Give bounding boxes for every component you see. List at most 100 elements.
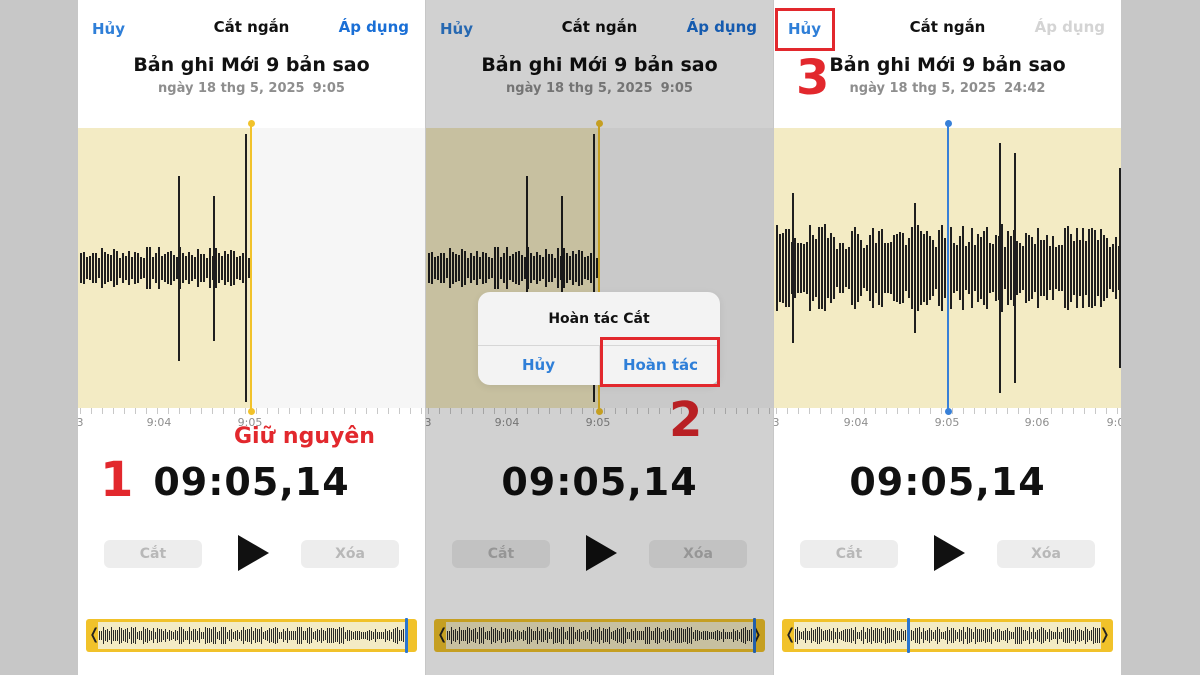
waveform-bar [908, 238, 910, 298]
mini-waveform-bar [277, 627, 278, 644]
waveform-bar [839, 242, 841, 294]
waveform-bar [995, 234, 997, 302]
mini-waveform-bar [213, 626, 214, 645]
trim-handle-right-icon[interactable]: ❭ [1098, 625, 1111, 643]
mini-waveform-bar [297, 627, 298, 644]
waveform-editor[interactable] [78, 120, 425, 415]
waveform-bar [122, 252, 124, 284]
waveform-bar [896, 234, 898, 302]
timeline-tick [864, 408, 865, 414]
play-icon[interactable] [238, 535, 269, 571]
mini-waveform-bar [1025, 630, 1026, 641]
timeline-label: 9:04 [146, 416, 172, 429]
mini-waveform-bar [959, 628, 960, 642]
timeline-tick [930, 408, 931, 414]
mini-waveform-bar [1057, 627, 1058, 644]
mini-waveform-bar [147, 627, 148, 644]
apply-button[interactable]: Áp dụng [339, 18, 409, 36]
waveform-bar [194, 256, 196, 280]
waveform-bar [842, 242, 844, 294]
mini-waveform-bar [823, 630, 824, 641]
waveform-bar [107, 253, 109, 283]
mini-waveform-bar [363, 632, 364, 639]
apply-button[interactable]: Áp dụng [1035, 18, 1105, 36]
playhead-line[interactable] [250, 124, 252, 412]
trim-overview-bar[interactable]: ❬ ❭ [782, 618, 1113, 653]
playhead-handle[interactable] [247, 120, 255, 127]
timeline-tick [80, 408, 81, 414]
mini-waveform-bar [101, 631, 102, 640]
waveform-bar [1055, 246, 1057, 290]
waveform-bar [119, 257, 121, 279]
waveform-bar [131, 256, 133, 280]
dialog-cancel-button[interactable]: Hủy [478, 345, 599, 385]
mini-waveform-bar [953, 628, 954, 643]
mini-waveform-bar [895, 628, 896, 643]
waveform-bar [137, 252, 139, 284]
timeline-tick [212, 408, 213, 414]
mini-waveform-bar [965, 631, 966, 640]
mini-waveform-bar [1017, 627, 1018, 644]
mini-waveform-bar [149, 630, 150, 641]
timeline-tick [377, 408, 378, 414]
delete-button[interactable]: Xóa [301, 540, 399, 568]
mini-waveform-bar [339, 626, 340, 645]
mini-waveform-bar [309, 626, 310, 644]
delete-button[interactable]: Xóa [997, 540, 1095, 568]
timeline-tick [135, 408, 136, 414]
mini-playhead[interactable] [907, 618, 910, 653]
timeline-tick [333, 408, 334, 414]
mini-waveform-bar [1007, 628, 1008, 643]
waveform-bar [851, 230, 853, 306]
mini-waveform-bar [155, 631, 156, 640]
step-number-3: 3 [796, 50, 830, 106]
mini-waveform-bar [811, 627, 812, 644]
timeline-tick [124, 408, 125, 414]
mini-waveform-bar [1011, 632, 1012, 639]
mini-waveform-bar [171, 630, 172, 641]
mini-waveform-bar [201, 632, 202, 639]
waveform-bar [782, 232, 784, 304]
trim-overview-bar[interactable]: ❬ ❭ [86, 618, 417, 653]
waveform-bar [941, 225, 943, 311]
waveform-bar [197, 249, 199, 287]
mini-waveform-bar [301, 626, 302, 645]
mini-waveform-bar [1087, 629, 1088, 642]
timeline-tick [223, 408, 224, 414]
mini-waveform-bar [99, 630, 100, 641]
mini-waveform-bar [911, 630, 912, 641]
mini-waveform-bar [933, 632, 934, 639]
waveform-bar [1061, 245, 1063, 291]
cut-button[interactable]: Cắt [800, 540, 898, 568]
mini-waveform-bar [381, 631, 382, 640]
mini-waveform-bar [1009, 630, 1010, 640]
mini-waveform-bar [257, 628, 258, 643]
mini-waveform-bar [137, 631, 138, 640]
playhead-line[interactable] [947, 122, 949, 414]
mini-playhead[interactable] [405, 618, 408, 653]
timeline-tick [168, 408, 169, 414]
waveform-bar [152, 257, 154, 279]
mini-waveform-bar [135, 627, 136, 644]
waveform-bar [1001, 224, 1003, 312]
waveform-editor[interactable] [774, 120, 1121, 415]
timeline-tick [941, 408, 942, 414]
waveform-bar [1100, 229, 1102, 307]
waveform-bar [236, 257, 238, 279]
mini-waveform-bar [113, 629, 114, 642]
playhead-handle[interactable] [944, 120, 952, 127]
mini-waveform-bar [373, 632, 374, 639]
waveform-bar [911, 226, 913, 310]
play-icon[interactable] [934, 535, 965, 571]
mini-waveform-bar [231, 629, 232, 642]
mini-waveform-bar [265, 630, 266, 641]
mini-waveform-bar [905, 630, 906, 641]
mini-waveform-bar [165, 629, 166, 642]
mini-waveform-bar [397, 627, 398, 644]
waveform-bar [860, 239, 862, 297]
cut-button[interactable]: Cắt [104, 540, 202, 568]
mini-waveform-bar [199, 627, 200, 644]
waveform-bar [833, 237, 835, 299]
waveform-bar [1019, 242, 1021, 294]
waveform-bar [812, 235, 814, 301]
